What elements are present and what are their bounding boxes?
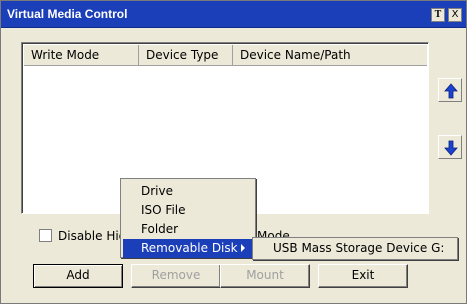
menu-item-iso-file[interactable]: ISO File: [123, 201, 253, 220]
menu-item-drive[interactable]: Drive: [123, 182, 253, 201]
mount-button[interactable]: Mount: [220, 264, 310, 288]
remove-button[interactable]: Remove: [131, 264, 221, 288]
column-header-write-mode[interactable]: Write Mode: [24, 45, 139, 66]
add-button[interactable]: Add: [33, 264, 123, 288]
column-header-device-name-path[interactable]: Device Name/Path: [233, 45, 423, 66]
removable-disk-submenu: USB Mass Storage Device G:: [252, 237, 458, 260]
disable-checkbox[interactable]: [39, 229, 52, 242]
disable-checkbox-label: Disable Hig: [58, 229, 127, 243]
move-down-button[interactable]: [438, 135, 462, 159]
menu-item-removable-disk-label: Removable Disk: [141, 241, 238, 255]
arrow-up-icon: [444, 83, 458, 99]
submenu-item-usb-device[interactable]: USB Mass Storage Device G:: [255, 240, 455, 257]
exit-button[interactable]: Exit: [318, 264, 408, 288]
virtual-media-control-window: Virtual Media Control T X Write Mode Dev…: [0, 0, 467, 304]
submenu-arrow-icon: [241, 244, 245, 252]
window-title: Virtual Media Control: [7, 7, 128, 21]
column-header-device-type[interactable]: Device Type: [139, 45, 233, 66]
title-bar[interactable]: Virtual Media Control T X: [1, 1, 466, 28]
menu-item-removable-disk[interactable]: Removable Disk: [123, 239, 253, 258]
close-button[interactable]: X: [448, 8, 462, 22]
add-context-menu: Drive ISO File Folder Removable Disk: [120, 178, 256, 258]
arrow-down-icon: [444, 140, 458, 156]
title-t-button[interactable]: T: [431, 8, 445, 22]
move-up-button[interactable]: [438, 78, 462, 102]
list-header: Write Mode Device Type Device Name/Path: [24, 45, 427, 66]
menu-item-folder[interactable]: Folder: [123, 220, 253, 239]
